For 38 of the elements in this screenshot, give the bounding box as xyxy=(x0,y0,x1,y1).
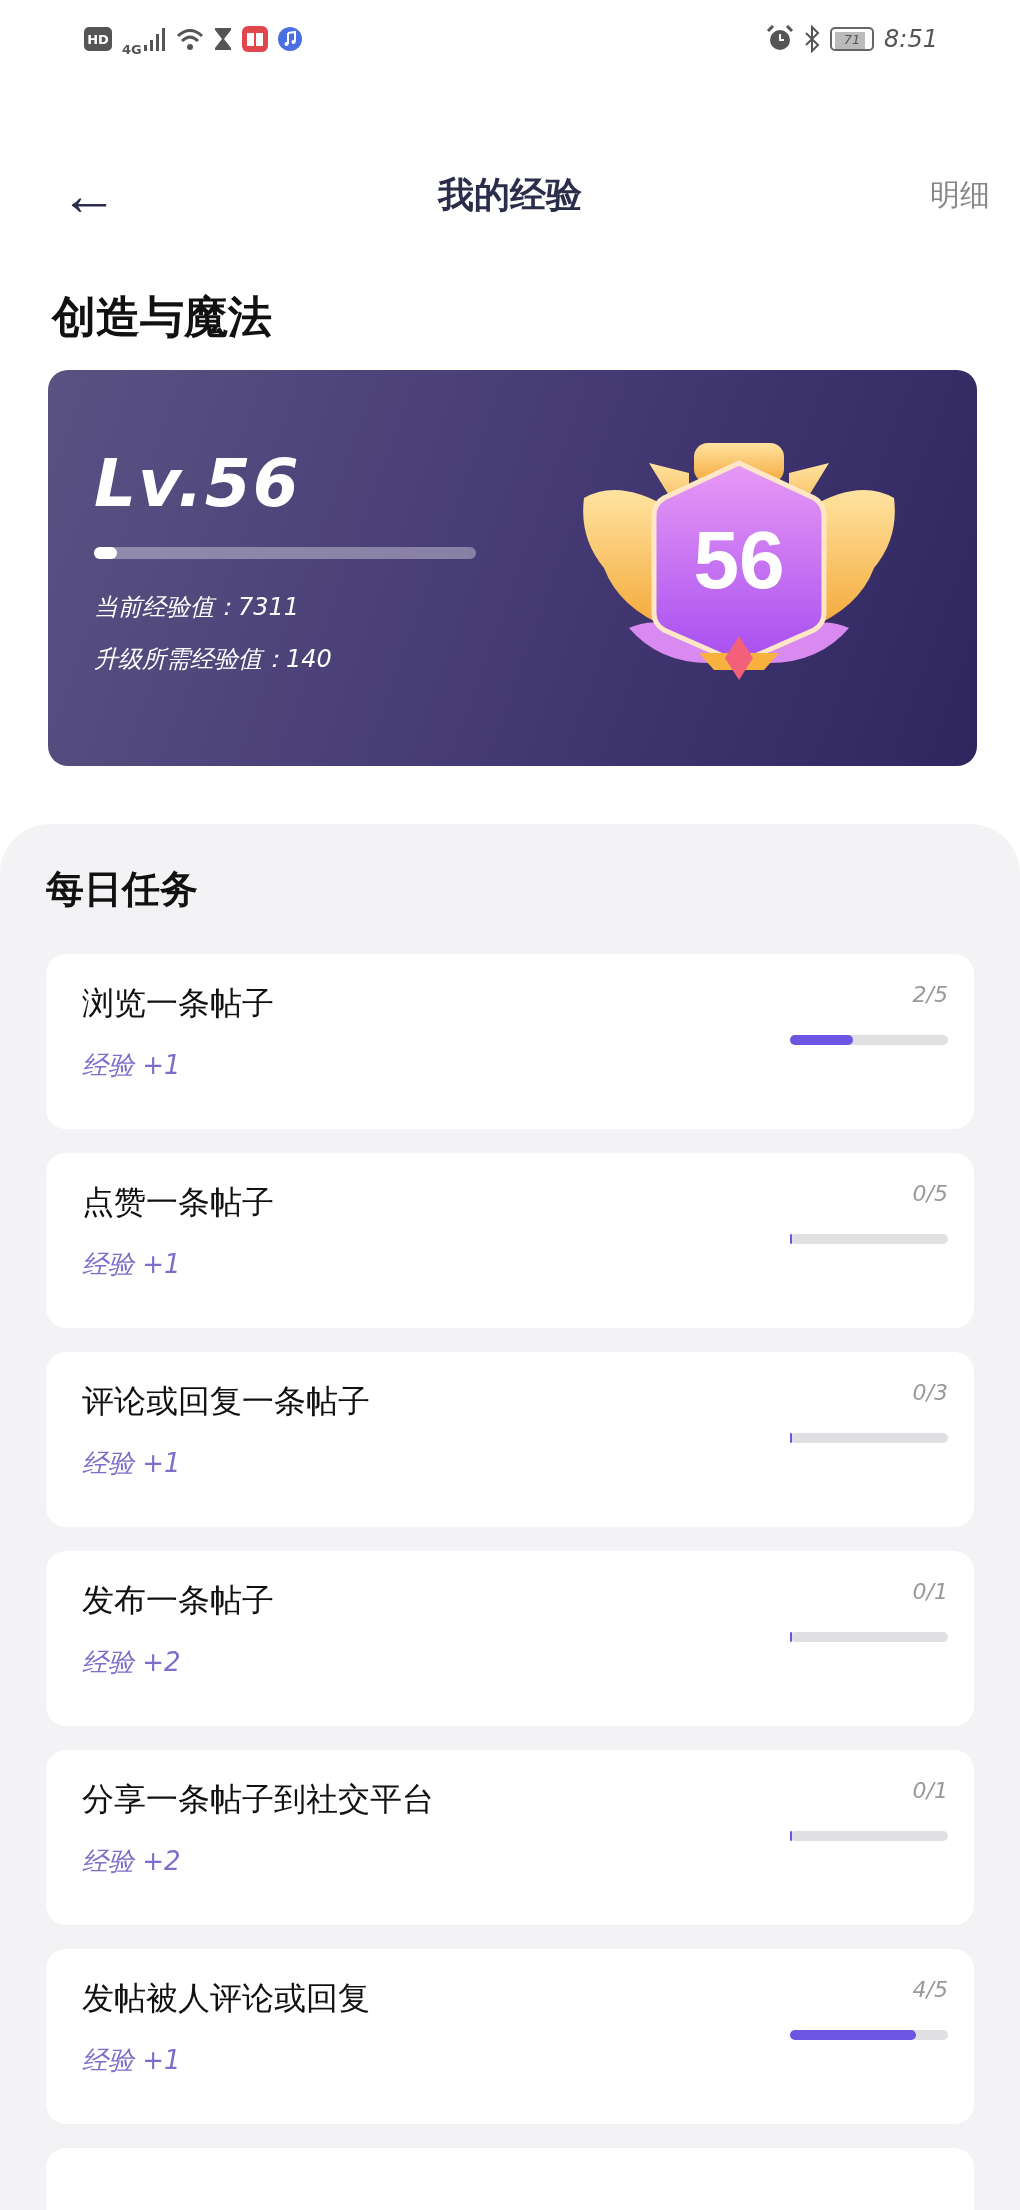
hd-icon: HD xyxy=(84,27,112,51)
task-name: 分享一条帖子到社交平台 xyxy=(82,1779,434,1820)
page-title: 我的经验 xyxy=(438,172,582,217)
details-link[interactable]: 明细 xyxy=(930,174,990,216)
group-name: 创造与魔法 xyxy=(50,290,273,344)
badge-level-number: 56 xyxy=(693,514,785,605)
battery-icon: 71 xyxy=(830,27,875,51)
task-name: 点赞一条帖子 xyxy=(82,1182,274,1223)
task-count: 0/5 xyxy=(912,1181,948,1206)
alarm-icon xyxy=(766,25,795,53)
wifi-icon xyxy=(175,27,204,51)
back-button[interactable]: ← xyxy=(60,166,118,224)
task-reward: 经验 +1 xyxy=(82,1447,182,1480)
task-reward: 经验 +1 xyxy=(82,2044,182,2077)
task-name: 发布一条帖子 xyxy=(82,1580,274,1621)
task-count: 2/5 xyxy=(912,982,948,1007)
experience-needed: 升级所需经验值：140 xyxy=(94,644,333,675)
signal-icon xyxy=(143,27,166,51)
section-title: 每日任务 xyxy=(46,866,199,913)
task-name: 评论或回复一条帖子 xyxy=(82,1381,370,1422)
book-app-icon xyxy=(241,26,268,52)
task-reward: 经验 +2 xyxy=(82,1646,182,1679)
current-experience: 当前经验值：7311 xyxy=(94,592,301,623)
task-count: 0/1 xyxy=(912,1778,948,1803)
task-count: 4/5 xyxy=(912,1977,948,2002)
hourglass-icon xyxy=(213,27,232,51)
task-count: 0/1 xyxy=(912,1579,948,1604)
task-name: 发帖被人评论或回复 xyxy=(82,1978,370,2019)
task-count: 0/3 xyxy=(912,1380,948,1405)
level-label: Lv.56 xyxy=(94,451,302,517)
task-reward: 经验 +1 xyxy=(82,1248,182,1281)
task-reward: 经验 +1 xyxy=(82,1049,182,1082)
music-app-icon xyxy=(277,27,302,51)
network-type: 4G xyxy=(122,41,142,57)
clock-time: 8:51 xyxy=(884,25,938,53)
task-name: 浏览一条帖子 xyxy=(82,983,274,1024)
task-reward: 经验 +2 xyxy=(82,1845,182,1878)
bluetooth-icon xyxy=(804,25,821,53)
